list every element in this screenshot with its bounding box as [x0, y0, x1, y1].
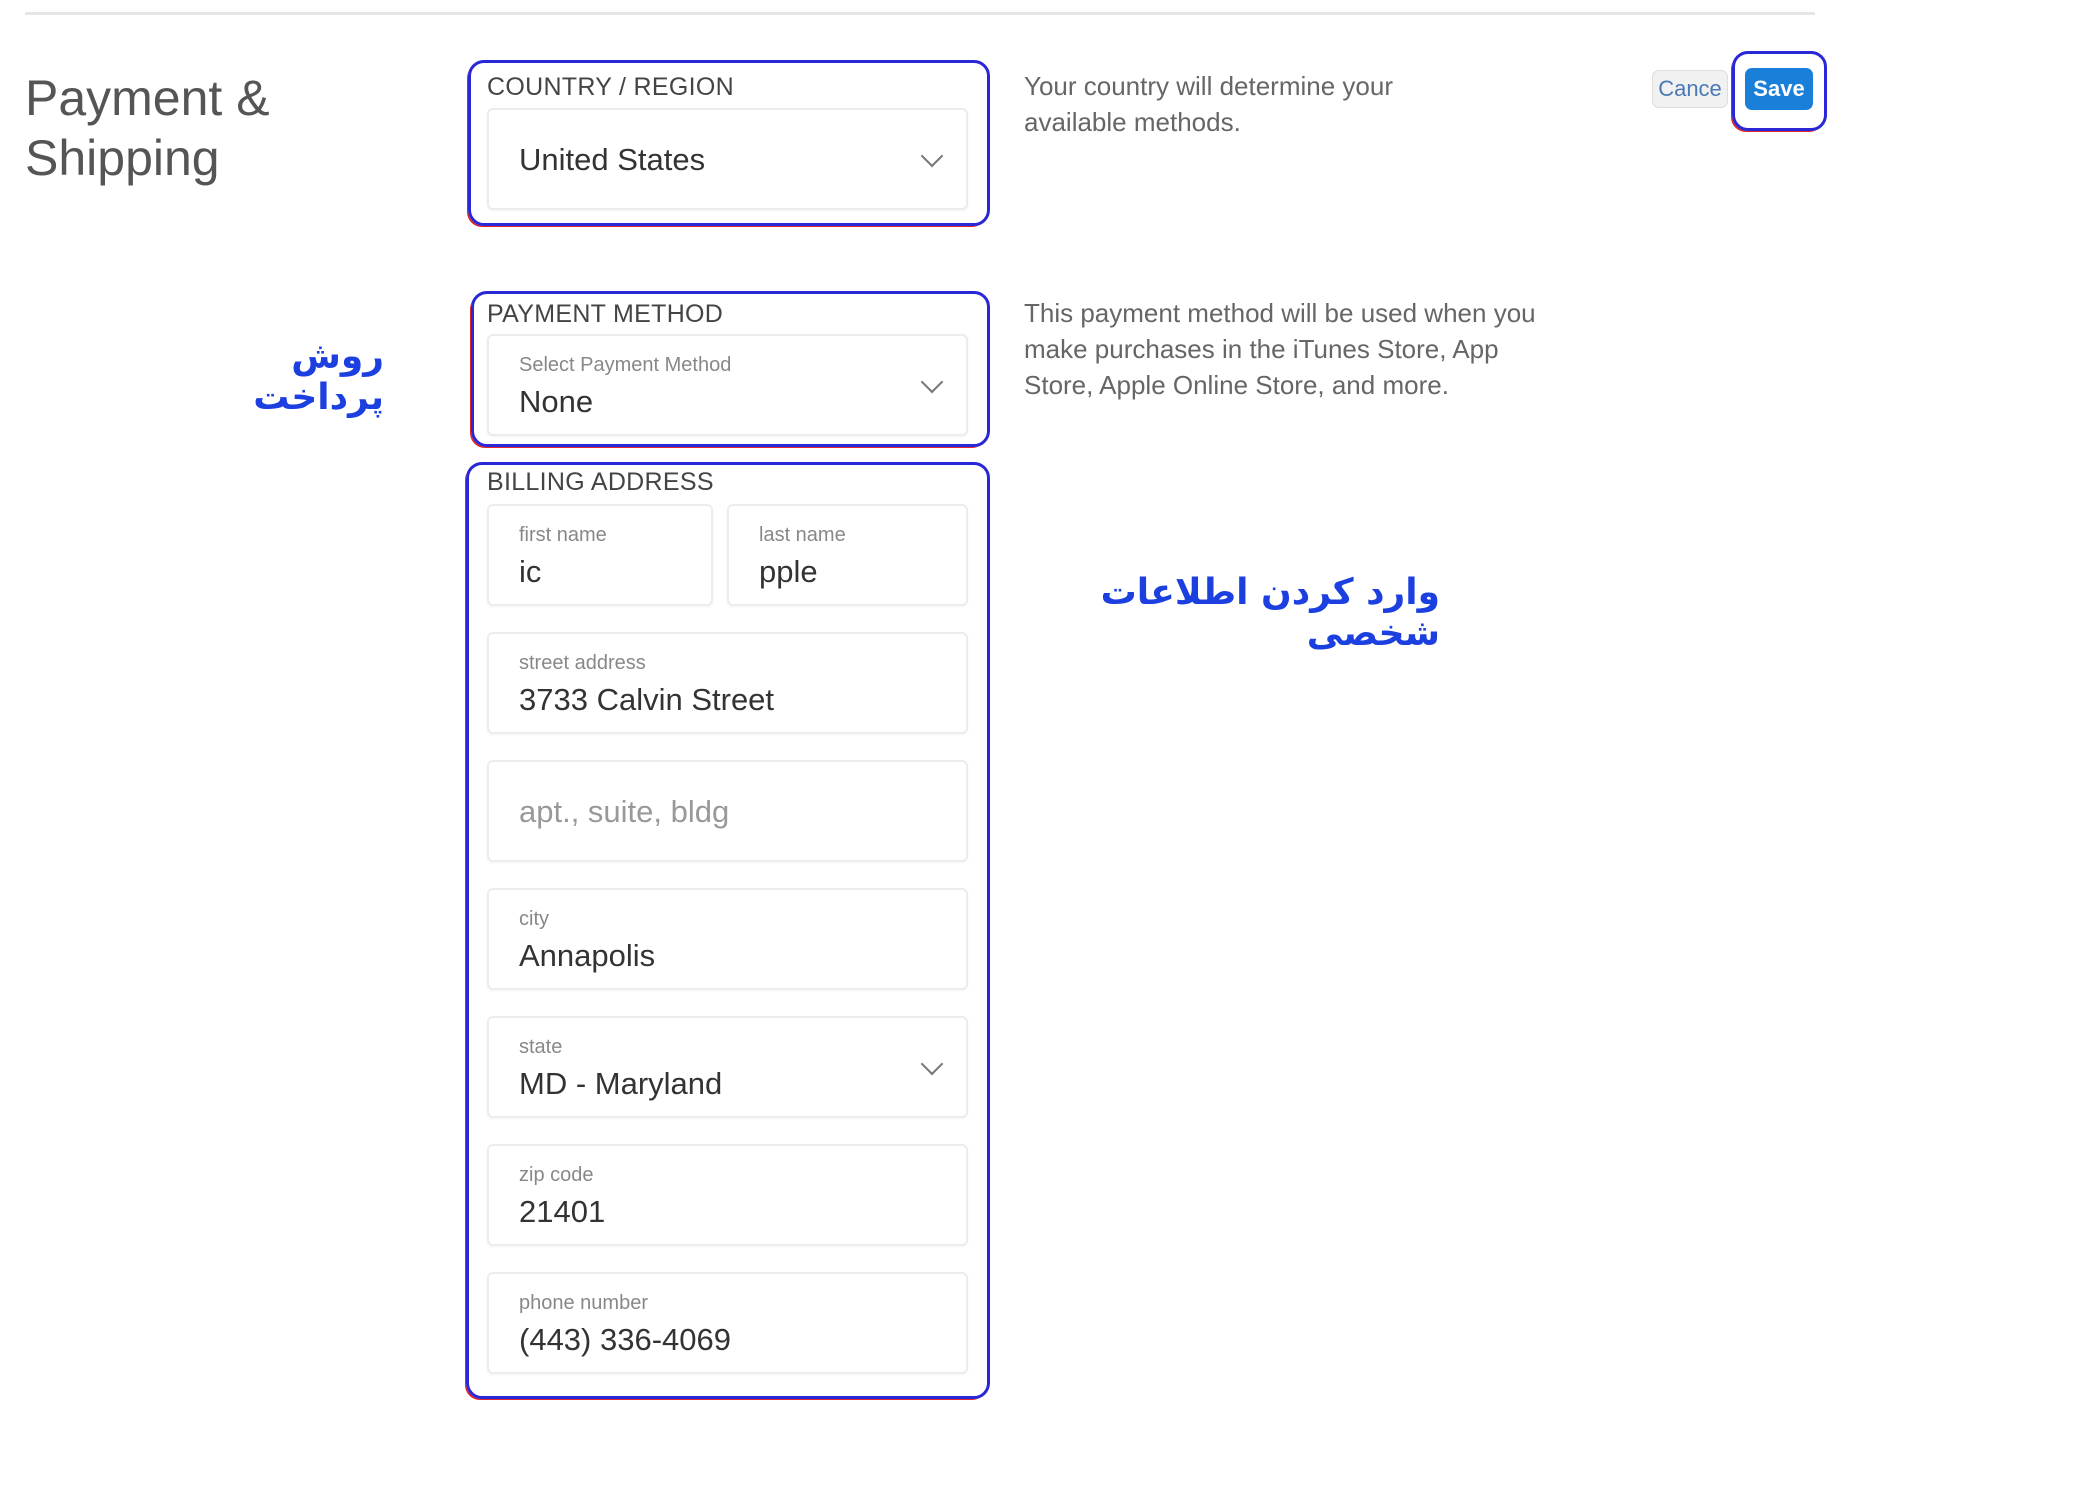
- state-select[interactable]: state MD - Maryland: [487, 1016, 968, 1118]
- chevron-down-icon: [920, 370, 944, 394]
- country-section-label: COUNTRY / REGION: [487, 73, 734, 101]
- payment-method-annotation: روش پرداخت: [253, 336, 384, 418]
- top-divider: [25, 12, 1815, 15]
- zip-code-field[interactable]: zip code 21401: [487, 1144, 968, 1246]
- street-address-value: 3733 Calvin Street: [519, 682, 775, 717]
- chevron-down-icon: [920, 144, 944, 168]
- country-select[interactable]: United States: [487, 108, 968, 210]
- street-address-field[interactable]: street address 3733 Calvin Street: [487, 632, 968, 734]
- state-label: state: [519, 1036, 563, 1058]
- payment-method-select[interactable]: Select Payment Method None: [487, 334, 968, 436]
- apt-suite-field[interactable]: apt., suite, bldg: [487, 760, 968, 862]
- page-title: Payment & Shipping: [25, 70, 270, 186]
- first-name-field[interactable]: first name ic: [487, 504, 713, 606]
- last-name-field[interactable]: last name pple: [727, 504, 968, 606]
- state-value: MD - Maryland: [519, 1066, 723, 1101]
- city-value: Annapolis: [519, 938, 656, 973]
- street-address-label: street address: [519, 652, 646, 674]
- last-name-label: last name: [759, 524, 846, 546]
- billing-section-label: BILLING ADDRESS: [487, 468, 714, 496]
- save-button[interactable]: Save: [1745, 68, 1813, 110]
- payment-value: None: [519, 384, 594, 419]
- cancel-button[interactable]: Cance: [1652, 70, 1728, 108]
- apt-suite-placeholder: apt., suite, bldg: [519, 794, 730, 829]
- payment-field-label: Select Payment Method: [519, 354, 732, 376]
- payment-description: This payment method will be used when yo…: [1024, 298, 1536, 400]
- first-name-value: ic: [519, 554, 542, 589]
- personal-info-annotation: وارد کردن اطلاعات شخصی: [1100, 572, 1440, 654]
- zip-code-label: zip code: [519, 1164, 594, 1186]
- chevron-down-icon: [920, 1052, 944, 1076]
- phone-number-field[interactable]: phone number (443) 336-4069: [487, 1272, 968, 1374]
- zip-code-value: 21401: [519, 1194, 606, 1229]
- city-label: city: [519, 908, 549, 930]
- phone-number-label: phone number: [519, 1292, 648, 1314]
- phone-number-value: (443) 336-4069: [519, 1322, 731, 1357]
- country-description: Your country will determine your availab…: [1024, 71, 1393, 137]
- city-field[interactable]: city Annapolis: [487, 888, 968, 990]
- payment-section-label: PAYMENT METHOD: [487, 300, 724, 328]
- last-name-value: pple: [759, 554, 818, 589]
- first-name-label: first name: [519, 524, 607, 546]
- country-value: United States: [519, 142, 706, 177]
